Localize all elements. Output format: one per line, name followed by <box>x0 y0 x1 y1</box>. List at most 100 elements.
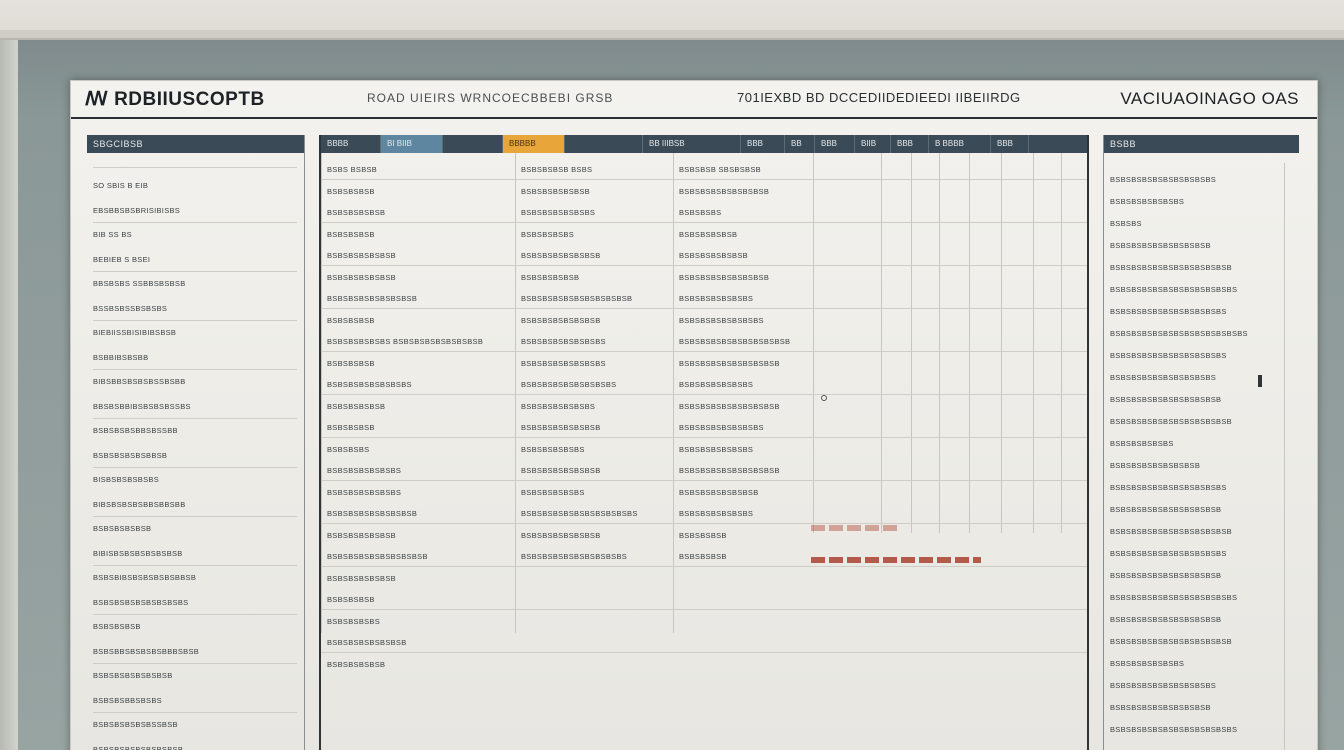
grid-cell-text: BSBSBSBSBSBSBSBSBSBS <box>521 552 628 561</box>
grid-column-line <box>515 153 516 633</box>
grid-cell-text: BSBSBSBSBSBSBSBSB <box>679 272 770 282</box>
left-column-header: SBGCIBSB <box>87 135 304 153</box>
grid-cell-text: BSBSBSBSBSBSBS <box>679 509 754 518</box>
grid-cell-text: BSBSBSBSBSB <box>327 401 386 411</box>
left-row-text: BISBSBSBSBSBS <box>93 475 160 484</box>
grid-cell-text: BSBSBSB SBSBSBSB <box>679 165 761 174</box>
schedule-timeline-bar <box>811 557 981 563</box>
left-row-text: BIB SS BS <box>93 230 132 239</box>
left-row-rule <box>93 564 297 566</box>
grid-cell-text: BSBSBSBSBSBSBS <box>327 487 402 497</box>
right-row-text: BSBSBSBSBSBSBSBSBSBSBSB <box>1110 637 1232 646</box>
grid-cell-text: BSBSBSBSBSBSBSB <box>521 530 601 540</box>
grid-column-line <box>813 153 814 533</box>
schedule-board: ꟿ RDBIIUSCOPTB ROAD UIEIRS WRNCOECBBEBI … <box>70 80 1318 750</box>
middle-grid-rows: BSBS BSBSB BSBSBSBSB BSBS BSBSBSB SBSBSBSB… <box>321 153 1087 750</box>
grid-row-rule <box>321 394 1087 395</box>
left-row-text: BSBSBSBSBSBSSBSB <box>93 720 178 729</box>
left-row-text: BIBSBBSBSBSBSSBSBB <box>93 377 186 386</box>
left-row-text: EBSBBSBSBRISIBISBS <box>93 205 181 215</box>
grid-cell-text: BSBSBSBSBSBSB <box>327 272 396 282</box>
left-row-rule <box>93 270 297 272</box>
right-row-text: BSBSBSBSBSBSBS <box>1110 659 1185 668</box>
left-row-rule <box>93 466 297 468</box>
grid-cell-text: BSBSBSBSBSBSB <box>521 186 590 196</box>
grid-cell-text: BSBSBSBSBSBSBS <box>521 401 596 411</box>
right-row-text: BSBSBSBSBSBSBSBSBSBSBSB <box>1110 527 1232 536</box>
grid-column-line <box>939 153 940 533</box>
grid-cell-text: BSBSBSBSB <box>327 315 375 325</box>
right-row-text: BSBSBSBSBSBSBSBSBSBSBS <box>1110 549 1227 558</box>
right-row-text: BSBSBSBSBSBSBSBSBSBSB <box>1110 395 1222 404</box>
left-row-text: BIEBIISSBISIBIBSBSB <box>93 328 177 337</box>
grid-row-rule <box>321 523 1087 524</box>
right-row-text: BSBSBSBSBSBSBSBSBSB <box>1110 703 1211 712</box>
grid-cell-text: BSBSBSBSBSBSBSBSBS <box>521 380 617 389</box>
right-row-text: BSBSBSBSBSBSBSBSBSB <box>1110 241 1211 250</box>
grid-tab-header: BBB <box>991 135 1029 153</box>
grid-cell-text: BSBSBSBSBSBSBSBSB <box>679 186 770 196</box>
grid-row-rule <box>321 351 1087 352</box>
grid-cell-text: BSBSBSBSB <box>327 358 375 368</box>
grid-cell-text: BSBSBSBSBSBSBSB <box>679 487 759 497</box>
grid-row-rule <box>321 265 1087 266</box>
left-row-rule <box>93 368 297 370</box>
grid-row-rule <box>321 652 1087 653</box>
grid-cell-text: BSBSBSBSBS <box>327 616 381 626</box>
grid-row-rule <box>321 222 1087 223</box>
grid-cell-text: BSBSBSBSBSBSBSBSBSB <box>327 552 428 561</box>
grid-tab-header: BIIB <box>855 135 891 153</box>
wall-rail <box>0 30 1344 40</box>
grid-cell-text: BSBSBSBSBSBSBSBSBSB <box>679 358 780 368</box>
left-row-text: BSBSBSBSBSBSBSB <box>93 671 173 680</box>
left-row-rule <box>93 319 297 321</box>
grid-cell-text: BSBSBSBSBSBSB <box>679 251 748 260</box>
right-row-text: BSBSBSBSBSBSBS <box>1110 197 1185 206</box>
grid-cell-text: BSBSBSBSB <box>327 595 375 604</box>
grid-tab-header: BBBB <box>321 135 381 153</box>
grid-column-line <box>1033 153 1034 533</box>
grid-cell-text: BSBSBSBSB <box>679 530 727 540</box>
grid-cell-text: BSBSBSBSBSBSBSB <box>521 466 601 475</box>
left-row-text: BBSBSBS SSBBSBSBSB <box>93 279 186 288</box>
right-row-text: BSBSBSBSBSBSBSBSBSBSBSBS <box>1110 285 1238 294</box>
grid-cell-text: BSBSBSBSBSB <box>327 208 386 217</box>
grid-cell-text: BSBSBSBSB <box>327 229 375 239</box>
grid-column-line <box>673 153 674 633</box>
grid-row-rule <box>321 480 1087 481</box>
grid-cell-text: BSBSBSBSBSBSBSBSBSBSB <box>679 337 791 346</box>
right-row-text: BSBSBSBSBSBS <box>1110 439 1174 448</box>
right-column-marker <box>1258 375 1262 387</box>
grid-row-rule <box>321 437 1087 438</box>
right-row-text: BSBSBSBSBSBSBSBSBSBSBS <box>1110 483 1227 492</box>
left-row-rule <box>93 662 297 664</box>
grid-cell-text: BSBSBSBSBSBSBSBS <box>521 337 606 346</box>
middle-grid: BBBB BI BIIB BBBBB BB IIIBSB BBB BB BBB BIIB BBB… <box>319 135 1089 750</box>
grid-cell-text: BSBSBSBSB <box>679 552 727 561</box>
right-row-text: BSBSBSBSBSBSBSBSB <box>1110 461 1201 470</box>
grid-cell-text: BSBSBSBS <box>679 208 722 217</box>
grid-cell-text: BSBSBSBSBSBSBS <box>521 208 596 217</box>
right-row-text: BSBSBSBSBSBSBSBSBSBS <box>1110 373 1217 382</box>
board-title-left: ꟿ RDBIIUSCOPTB <box>85 89 265 110</box>
left-row-text: BSBBIBSBSBB <box>93 352 149 362</box>
grid-tab-header: BBBBB <box>503 135 565 153</box>
grid-cell-text: BSBSBSBSBSBSB <box>327 530 396 540</box>
left-row-text: BSBSBSBSB <box>93 622 141 631</box>
left-row-text: BSBSBSBSBSBSBSBSB <box>93 744 184 750</box>
right-row-text: BSBSBSBSBSBSBSBSBSBSB <box>1110 571 1222 580</box>
right-row-text: BSBSBSBSBSBSBSBSBSBSBSBS <box>1110 725 1238 734</box>
grid-cell-text: BSBSBSBSBSB <box>521 272 580 282</box>
grid-cell-text: BSBSBSBSB <box>327 186 375 196</box>
left-row-text: BSBSBBSBSBSBSBBBSBSB <box>93 646 200 656</box>
schedule-timeline-bar-2 <box>811 525 901 531</box>
grid-cell-text: BSBSBSBSBSBSBS <box>679 294 754 303</box>
grid-row-rule <box>321 308 1087 309</box>
board-title-center-left: ROAD UIEIRS WRNCOECBBEBI GRSB <box>367 91 614 105</box>
grid-tab-header: BI BIIB <box>381 135 443 153</box>
right-row-text: BSBSBSBSBSBSBSBSBSBSBSBSBS <box>1110 329 1248 338</box>
grid-column-line <box>881 153 882 533</box>
left-row-text: BSSBSBSSBSBSBS <box>93 303 168 313</box>
grid-cell-text: BSBSBSBSBSBS BSBSBSBSBSBSBSBSB <box>327 337 484 346</box>
right-column-divider <box>1284 163 1285 750</box>
